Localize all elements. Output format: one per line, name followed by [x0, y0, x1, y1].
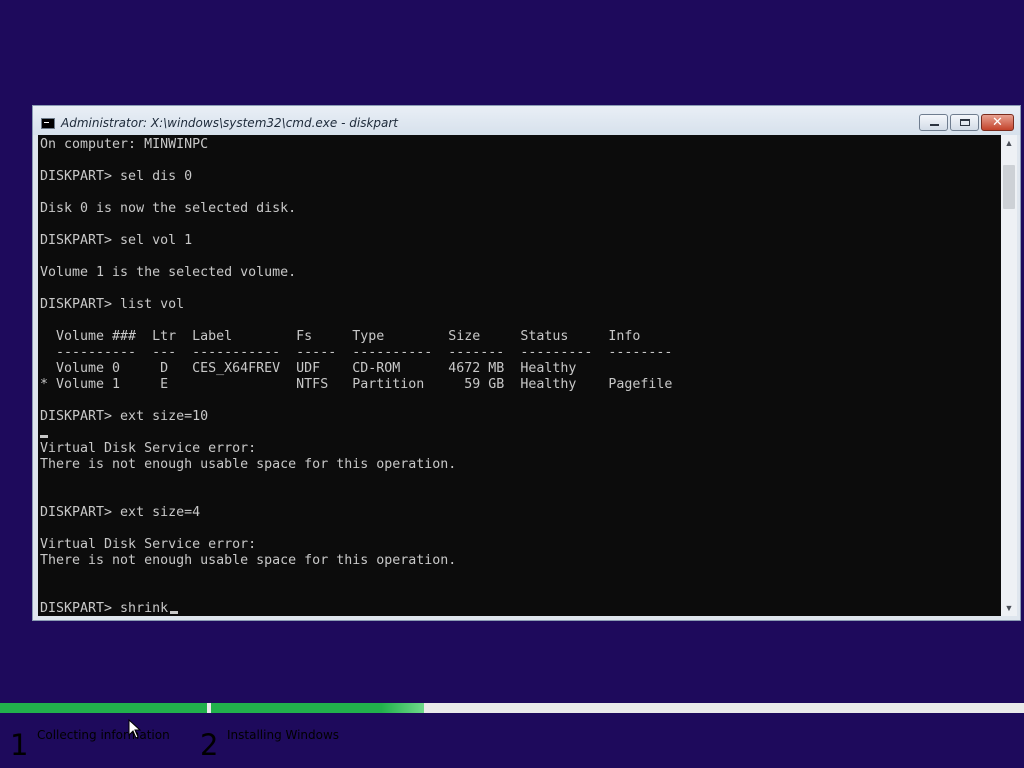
- console-text: On computer: MINWINPC DISKPART> sel dis …: [40, 137, 673, 616]
- console-output[interactable]: On computer: MINWINPC DISKPART> sel dis …: [38, 135, 1001, 616]
- progress-segment-collecting: [0, 703, 207, 713]
- step-label-installing: Installing Windows: [227, 728, 340, 742]
- step-number-2: 2: [200, 728, 219, 762]
- text-cursor: [170, 611, 179, 614]
- scroll-up-arrow-icon[interactable]: ▲: [1001, 135, 1017, 151]
- close-icon: ✕: [992, 115, 1003, 130]
- step-label-collecting: Collecting information: [37, 728, 170, 742]
- minimize-button[interactable]: [919, 114, 948, 131]
- cmd-icon: [41, 118, 55, 129]
- setup-progress-bar: [0, 703, 1024, 713]
- scroll-thumb[interactable]: [1003, 165, 1015, 209]
- window-controls: ✕: [919, 114, 1014, 131]
- minimize-icon: [930, 124, 939, 126]
- scroll-down-arrow-icon[interactable]: ▼: [1001, 600, 1017, 616]
- maximize-button[interactable]: [950, 114, 979, 131]
- step-number-1: 1: [10, 728, 29, 762]
- cmd-window: Administrator: X:\windows\system32\cmd.e…: [32, 105, 1021, 621]
- maximize-icon: [960, 119, 970, 126]
- progress-segment-installing: [211, 703, 424, 713]
- stray-cursor-mark: [40, 435, 48, 438]
- close-button[interactable]: ✕: [981, 114, 1014, 131]
- window-title: Administrator: X:\windows\system32\cmd.e…: [61, 116, 399, 130]
- title-bar[interactable]: Administrator: X:\windows\system32\cmd.e…: [33, 106, 1020, 135]
- vertical-scrollbar[interactable]: ▲ ▼: [1001, 135, 1017, 616]
- mouse-pointer-icon: [128, 719, 142, 739]
